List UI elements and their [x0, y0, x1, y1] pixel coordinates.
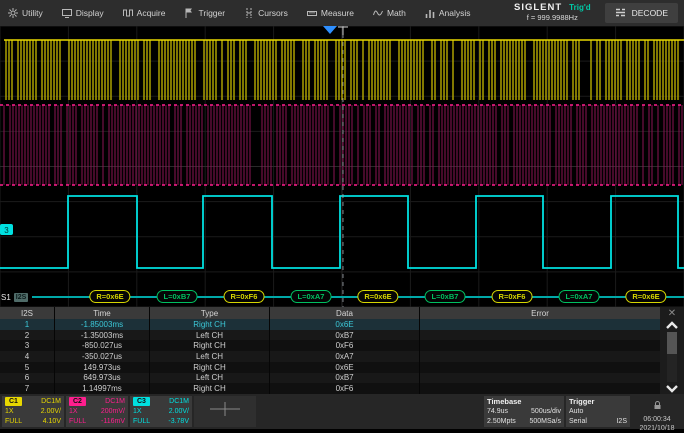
- menu-cursors[interactable]: Cursors: [244, 8, 288, 18]
- channel-chip: C1: [5, 397, 22, 406]
- decode-bubble: R=0x6E: [89, 290, 131, 303]
- clock-panel: 06:00:34 2021/10/18: [632, 396, 682, 432]
- channel-chip: C3: [133, 397, 150, 406]
- chevron-down-icon[interactable]: [665, 384, 679, 394]
- acquire-icon: [122, 8, 133, 18]
- menu-label: Utility: [22, 8, 43, 18]
- decode-table: I2S Time Type Data Error 1 -1.85003ms Righ…: [0, 307, 684, 395]
- waveform-display: 3: [0, 26, 684, 307]
- chevron-up-icon[interactable]: [665, 320, 679, 330]
- trigger-mode: Auto: [569, 408, 584, 415]
- trigger-bus: I2S: [616, 418, 627, 425]
- decode-bubble: L=0xB7: [424, 290, 466, 303]
- table-row[interactable]: 4 -350.027us Left CH 0xA7: [0, 351, 660, 362]
- close-icon[interactable]: ✕: [668, 307, 676, 320]
- channel-panel-c2[interactable]: C2 DC1M 1X 200mV/ FULL -116mV: [66, 396, 128, 427]
- timebase-scale: 500us/div: [531, 408, 561, 415]
- scrollbar-thumb[interactable]: [667, 332, 677, 354]
- lock-icon: [653, 397, 662, 415]
- menu-label: Analysis: [438, 8, 471, 18]
- cursors-icon: [244, 8, 254, 18]
- menu-label: Display: [75, 8, 104, 18]
- menu-label: Measure: [320, 8, 354, 18]
- status-bar: C1 DC1M 1X 2.00V/ FULL 4.10V C2 DC1M 1X 200mV…: [0, 394, 684, 432]
- brand-logo: SIGLENT: [513, 2, 563, 13]
- col-header-error: Error: [531, 308, 549, 318]
- menu-label: Acquire: [136, 8, 166, 18]
- decode-bus-row: S1 I2S R=0x6E L=0xB7 R=0xF6 L=0xA7 R=0x6…: [0, 290, 684, 304]
- col-header-data: Data: [270, 307, 420, 319]
- trigger-type: Serial: [569, 418, 587, 425]
- decode-bus-label: S1: [1, 292, 11, 302]
- menu-display[interactable]: Display: [61, 8, 104, 18]
- trigger-flag-icon: [184, 8, 194, 18]
- decode-bubble: L=0xA7: [558, 290, 600, 303]
- timebase-title: Timebase: [487, 397, 522, 406]
- decode-bubble: R=0x6E: [357, 290, 399, 303]
- menu-trigger[interactable]: Trigger: [184, 8, 225, 18]
- svg-text:3: 3: [4, 226, 9, 235]
- decode-bubble: R=0xF6: [491, 290, 533, 303]
- decode-button[interactable]: DECODE: [604, 3, 678, 23]
- table-row[interactable]: 7 1.14997ms Right CH 0xF6: [0, 383, 660, 395]
- trigger-status-badge: Trig'd: [569, 3, 591, 12]
- channel-chip: C2: [69, 397, 86, 406]
- table-row[interactable]: 1 -1.85003ms Right CH 0x6E: [0, 319, 660, 330]
- measure-icon: [306, 8, 317, 18]
- math-icon: [372, 8, 383, 18]
- status-block: SIGLENT Trig'd f = 999.9988Hz: [514, 3, 591, 23]
- waveform-area[interactable]: 3 S1 I2S R=0x6E L=0xB7 R=0xF6 L=0xA7 R=0…: [0, 26, 684, 307]
- menu-utility[interactable]: Utility: [8, 8, 43, 18]
- menu-label: Trigger: [198, 8, 226, 18]
- decode-bubble: R=0xF6: [223, 290, 265, 303]
- clock-time: 06:00:34: [643, 416, 671, 423]
- decode-table-header: I2S Time Type Data Error: [0, 307, 660, 319]
- display-icon: [61, 8, 72, 18]
- analysis-icon: [425, 8, 435, 18]
- menu-acquire[interactable]: Acquire: [122, 8, 166, 18]
- col-header-i2s: I2S: [0, 307, 55, 319]
- decode-bubble: L=0xB7: [156, 290, 198, 303]
- menu-bar: Utility Display Acquire Trigger Cursors …: [0, 0, 684, 26]
- gear-icon: [8, 8, 18, 18]
- menu-math[interactable]: Math: [372, 8, 406, 18]
- table-row[interactable]: 3 -850.027us Right CH 0xF6: [0, 340, 660, 352]
- timebase-rate: 500MSa/s: [529, 418, 561, 425]
- channel-panel-c1[interactable]: C1 DC1M 1X 2.00V/ FULL 4.10V: [2, 396, 64, 427]
- decode-icon: [615, 8, 626, 19]
- decode-bubble: R=0x6E: [625, 290, 667, 303]
- menu-label: Cursors: [258, 8, 288, 18]
- timebase-delay: 74.9us: [487, 408, 509, 415]
- crosshair-icon: [208, 401, 242, 422]
- menu-label: Math: [386, 8, 406, 18]
- timebase-panel[interactable]: Timebase 74.9us 500us/div 2.50Mpts 500MSa/…: [484, 396, 564, 427]
- timebase-points: 2.50Mpts: [487, 418, 516, 425]
- oscilloscope-screen: Utility Display Acquire Trigger Cursors …: [0, 0, 684, 432]
- table-row[interactable]: 6 649.973us Left CH 0xB7: [0, 372, 660, 384]
- decode-bubble: L=0xA7: [290, 290, 332, 303]
- col-header-time: Time: [55, 307, 150, 319]
- scrollbar-track[interactable]: [667, 332, 677, 382]
- table-row[interactable]: 5 149.973us Right CH 0x6E: [0, 361, 660, 373]
- decode-bus-badge: I2S: [13, 292, 29, 302]
- col-header-type: Type: [150, 307, 270, 319]
- trigger-panel[interactable]: Trigger Auto Serial I2S: [566, 396, 630, 427]
- table-scrollbar: ✕: [660, 307, 684, 394]
- menu-analysis[interactable]: Analysis: [425, 8, 471, 18]
- menu-measure[interactable]: Measure: [306, 8, 354, 18]
- add-channel-slot[interactable]: [194, 396, 256, 427]
- channel-panel-c3[interactable]: C3 DC1M 1X 2.00V/ FULL -3.78V: [130, 396, 192, 427]
- table-row[interactable]: 2 -1.35003ms Left CH 0xB7: [0, 329, 660, 341]
- trigger-title: Trigger: [569, 397, 595, 406]
- frequency-readout: f = 999.9988Hz: [526, 13, 578, 22]
